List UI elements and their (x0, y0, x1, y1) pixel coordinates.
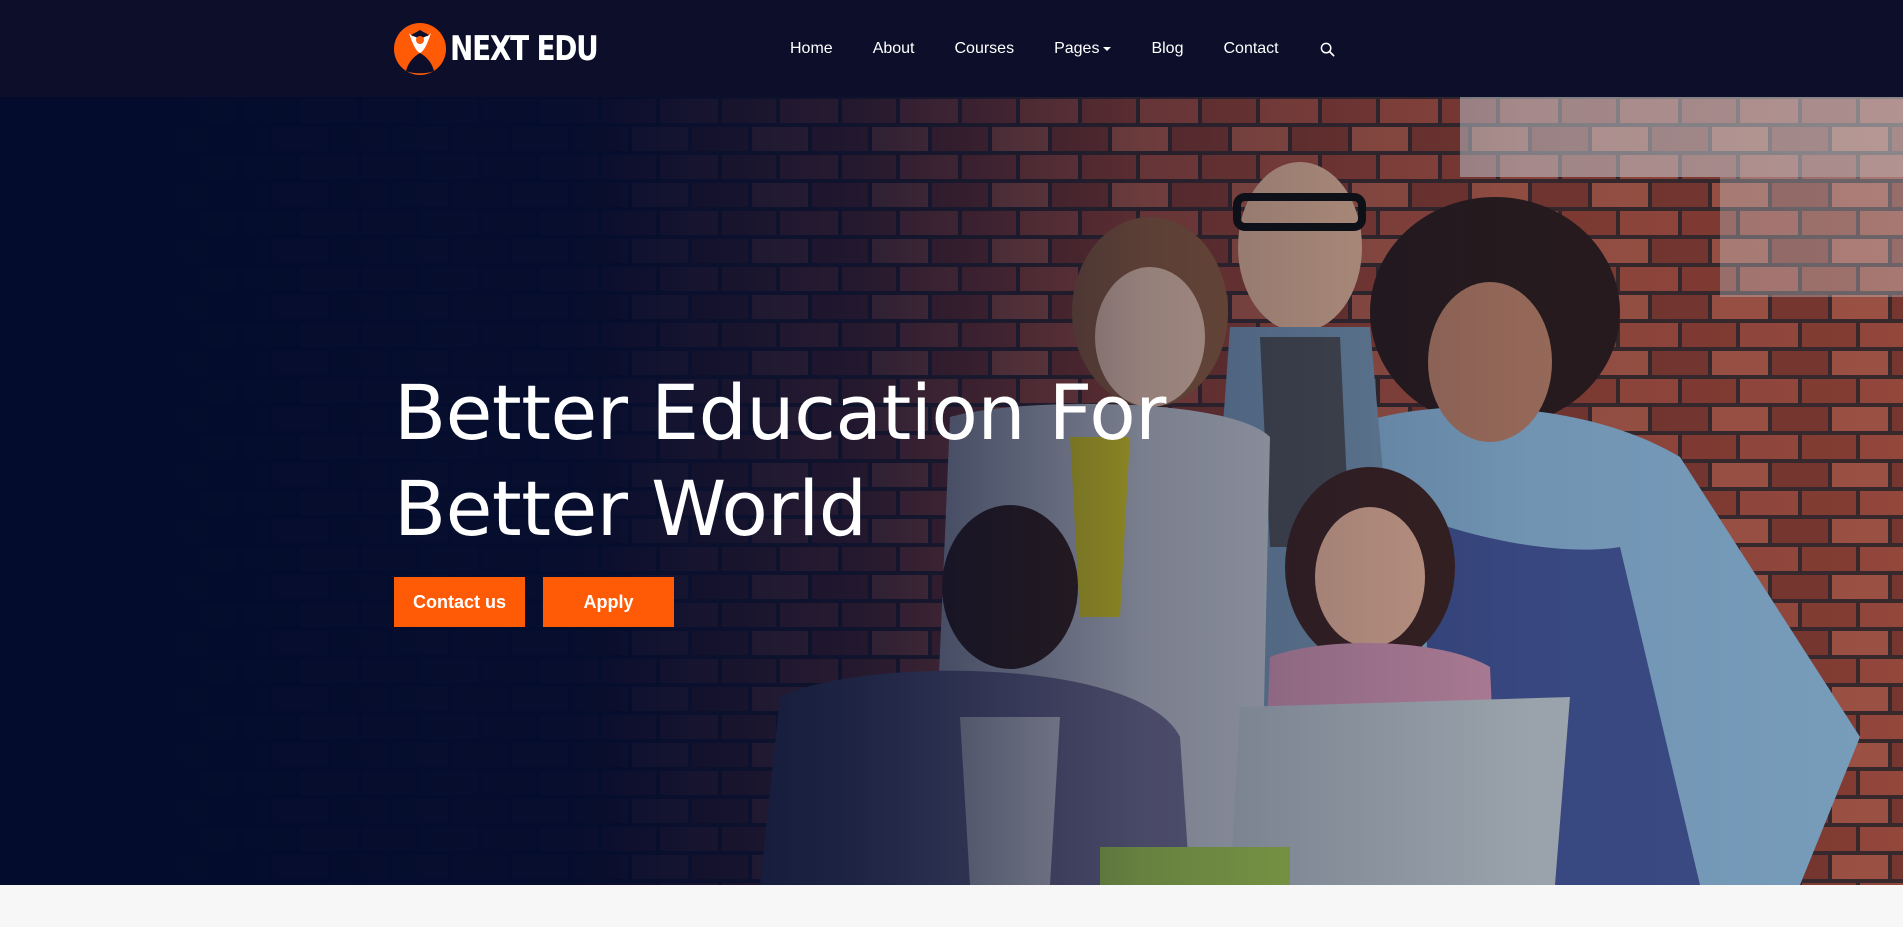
brand-logo-link[interactable]: NEXT EDU (394, 23, 630, 75)
brand-name: NEXT EDU (450, 29, 599, 69)
hero-title-line-1: Better Education For (394, 368, 1166, 457)
graduate-logo-icon (394, 23, 446, 75)
chevron-down-icon (1103, 47, 1112, 51)
top-navbar: NEXT EDU Home About Courses Pages Blog C… (0, 0, 1903, 97)
nav-pages-dropdown[interactable]: Pages (1054, 40, 1112, 58)
nav-about[interactable]: About (873, 40, 915, 58)
search-button[interactable] (1319, 40, 1337, 58)
next-section-edge (0, 885, 1903, 927)
search-icon (1320, 42, 1335, 56)
hero-title: Better Education For Better World (394, 365, 1166, 557)
nav-contact[interactable]: Contact (1223, 40, 1278, 58)
nav-pages-label: Pages (1054, 40, 1100, 57)
nav-courses[interactable]: Courses (955, 40, 1015, 58)
nav-blog[interactable]: Blog (1151, 40, 1183, 58)
hero-title-line-2: Better World (394, 464, 867, 553)
nav-home[interactable]: Home (790, 40, 833, 58)
contact-us-button[interactable]: Contact us (394, 577, 525, 627)
main-nav: Home About Courses Pages Blog Contact (790, 38, 1337, 60)
apply-button[interactable]: Apply (543, 577, 674, 627)
hero-section: Better Education For Better World Contac… (0, 97, 1903, 885)
hero-actions: Contact us Apply (394, 577, 692, 627)
